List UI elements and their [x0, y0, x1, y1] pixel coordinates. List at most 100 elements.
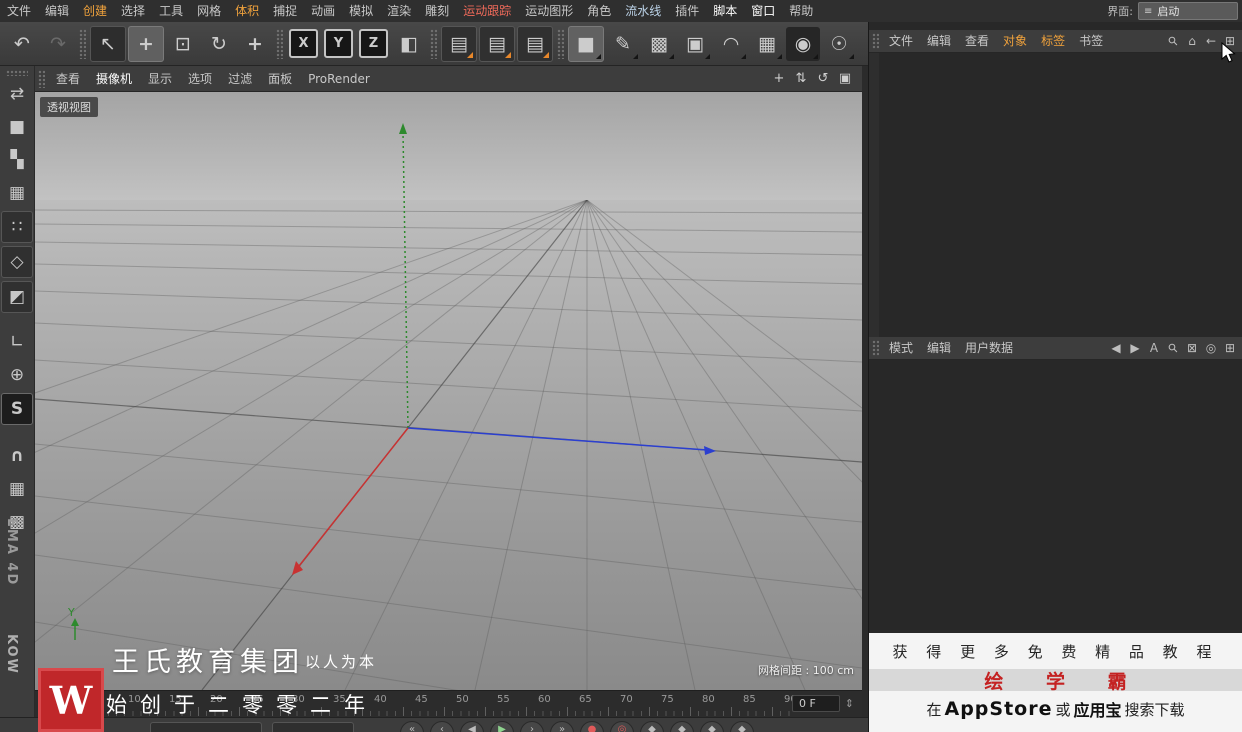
camera-button[interactable]: ◉ — [786, 26, 820, 61]
home-icon[interactable]: ⌂ — [1184, 33, 1200, 49]
lock-y-button[interactable]: Y — [324, 29, 353, 58]
object-manager-list[interactable] — [869, 53, 1242, 337]
menu-mesh[interactable]: 网格 — [190, 0, 228, 22]
coordinate-system-button[interactable]: ◧ — [392, 27, 426, 61]
keyframe-ring-icon[interactable]: ◎ — [1203, 340, 1219, 356]
go-to-start-button[interactable]: « — [400, 721, 424, 732]
menu-volume[interactable]: 体积 — [228, 0, 266, 22]
menu-help[interactable]: 帮助 — [782, 0, 820, 22]
play-forwards-button[interactable]: ▶ — [490, 721, 514, 732]
move-button[interactable]: + — [128, 25, 164, 62]
model-mode-button[interactable]: ■ — [2, 112, 32, 142]
om-menu-tag[interactable]: 标签 — [1034, 30, 1072, 53]
lock-z-button[interactable]: Z — [359, 29, 388, 58]
vp-menu-view[interactable]: 查看 — [48, 66, 88, 92]
om-menu-object[interactable]: 对象 — [996, 30, 1034, 53]
lock-icon[interactable]: ⊠ — [1184, 340, 1200, 356]
magnet-button[interactable]: ∩ — [2, 441, 32, 471]
key-scale-button[interactable]: ◆ — [670, 721, 694, 732]
interface-dropdown[interactable]: ≡ 启动 — [1138, 2, 1238, 20]
texture-mode-button[interactable]: ▚ — [2, 145, 32, 175]
am-menu-edit[interactable]: 编辑 — [920, 337, 958, 360]
pan-view-icon[interactable]: + — [770, 70, 788, 88]
subdivision-surface-button[interactable]: ▩ — [642, 27, 676, 61]
menu-edit[interactable]: 编辑 — [38, 0, 76, 22]
am-menu-mode[interactable]: 模式 — [882, 337, 920, 360]
vp-menu-display[interactable]: 显示 — [140, 66, 180, 92]
dock-grip[interactable] — [6, 70, 28, 76]
om-menu-bookmark[interactable]: 书签 — [1072, 30, 1110, 53]
menu-file[interactable]: 文件 — [0, 0, 38, 22]
animation-range-box[interactable] — [150, 722, 262, 732]
go-to-next-key-button[interactable]: › — [520, 721, 544, 732]
go-to-prev-key-button[interactable]: ‹ — [430, 721, 454, 732]
live-selection-button[interactable]: ↖ — [90, 25, 126, 62]
rotate-view-icon[interactable]: ↺ — [814, 70, 832, 88]
menu-script[interactable]: 脚本 — [706, 0, 744, 22]
current-frame-field[interactable]: 0 F — [792, 695, 840, 712]
om-menu-file[interactable]: 文件 — [882, 30, 920, 53]
om-menu-edit[interactable]: 编辑 — [920, 30, 958, 53]
render-settings-button[interactable]: ▤ — [517, 25, 553, 62]
perspective-viewport[interactable]: Y 透视视图 网格间距 : 100 cm — [35, 92, 862, 690]
workplane-mode-button[interactable]: ▦ — [2, 178, 32, 208]
menu-create[interactable]: 创建 — [76, 0, 114, 22]
pen-spline-button[interactable]: ✎ — [606, 27, 640, 61]
edges-mode-button[interactable]: ◇ — [1, 246, 33, 278]
menu-sculpt[interactable]: 雕刻 — [418, 0, 456, 22]
add-cube-button[interactable]: ■ — [568, 25, 604, 62]
menu-mograph[interactable]: 运动图形 — [518, 0, 580, 22]
make-editable-button[interactable]: ⇄ — [2, 79, 32, 109]
animation-range-box-2[interactable] — [272, 722, 354, 732]
menu-render[interactable]: 渲染 — [380, 0, 418, 22]
snap-mouse-button[interactable]: ⊕ — [2, 360, 32, 390]
rotate-button[interactable]: ↻ — [202, 27, 236, 61]
deformer-button[interactable]: ◠ — [714, 27, 748, 61]
points-mode-button[interactable]: ∷ — [1, 211, 33, 243]
menu-window[interactable]: 窗口 — [744, 0, 782, 22]
clone-tools-button[interactable]: ▣ — [678, 27, 712, 61]
am-menu-userdata[interactable]: 用户数据 — [958, 337, 1020, 360]
history-back-icon[interactable]: ◀ — [1108, 340, 1124, 356]
autokey-button[interactable]: ◎ — [610, 721, 634, 732]
menu-select[interactable]: 选择 — [114, 0, 152, 22]
auto-mode-icon[interactable]: A — [1146, 340, 1162, 356]
undo-button[interactable]: ↶ — [5, 27, 39, 61]
menu-tools[interactable]: 工具 — [152, 0, 190, 22]
search-icon[interactable]: ⚲ — [1162, 30, 1185, 53]
history-forward-icon[interactable]: ▶ — [1127, 340, 1143, 356]
view-label[interactable]: 透视视图 — [40, 97, 98, 117]
vp-menu-options[interactable]: 选项 — [180, 66, 220, 92]
search-icon[interactable]: ⚲ — [1162, 337, 1185, 360]
axis-mode-button[interactable]: ∟ — [2, 327, 32, 357]
maximize-view-icon[interactable]: ▣ — [836, 70, 854, 88]
menu-character[interactable]: 角色 — [580, 0, 618, 22]
redo-button[interactable]: ↷ — [41, 27, 75, 61]
attribute-manager-body[interactable] — [869, 360, 1242, 633]
render-picture-viewer-button[interactable]: ▤ — [479, 25, 515, 62]
light-button[interactable]: ☉ — [822, 27, 856, 61]
key-position-button[interactable]: ◆ — [640, 721, 664, 732]
vp-menu-panel[interactable]: 面板 — [260, 66, 300, 92]
frame-spinner[interactable]: ⇕ — [845, 695, 854, 712]
scale-button[interactable]: ⊡ — [166, 27, 200, 61]
lock-x-button[interactable]: X — [289, 29, 318, 58]
key-parameter-button[interactable]: ◆ — [730, 721, 754, 732]
panel-menu-icon[interactable]: ⊞ — [1222, 340, 1238, 356]
vp-menu-filter[interactable]: 过滤 — [220, 66, 260, 92]
go-to-end-button[interactable]: » — [550, 721, 574, 732]
play-backwards-button[interactable]: ◀ — [460, 721, 484, 732]
menu-animate[interactable]: 动画 — [304, 0, 342, 22]
menu-motion-tracker[interactable]: 运动跟踪 — [456, 0, 518, 22]
om-menu-view[interactable]: 查看 — [958, 30, 996, 53]
vp-menu-prorender[interactable]: ProRender — [300, 66, 378, 92]
last-used-button[interactable]: + — [238, 27, 272, 61]
enable-snap-button[interactable]: S — [1, 393, 33, 425]
menu-simulate[interactable]: 模拟 — [342, 0, 380, 22]
vp-menu-camera[interactable]: 摄像机 — [88, 66, 140, 92]
workplane-lock-button[interactable]: ▦ — [2, 474, 32, 504]
menu-pipeline[interactable]: 流水线 — [618, 0, 668, 22]
polygons-mode-button[interactable]: ◩ — [1, 281, 33, 313]
zoom-view-icon[interactable]: ⇅ — [792, 70, 810, 88]
floor-button[interactable]: ▦ — [750, 27, 784, 61]
